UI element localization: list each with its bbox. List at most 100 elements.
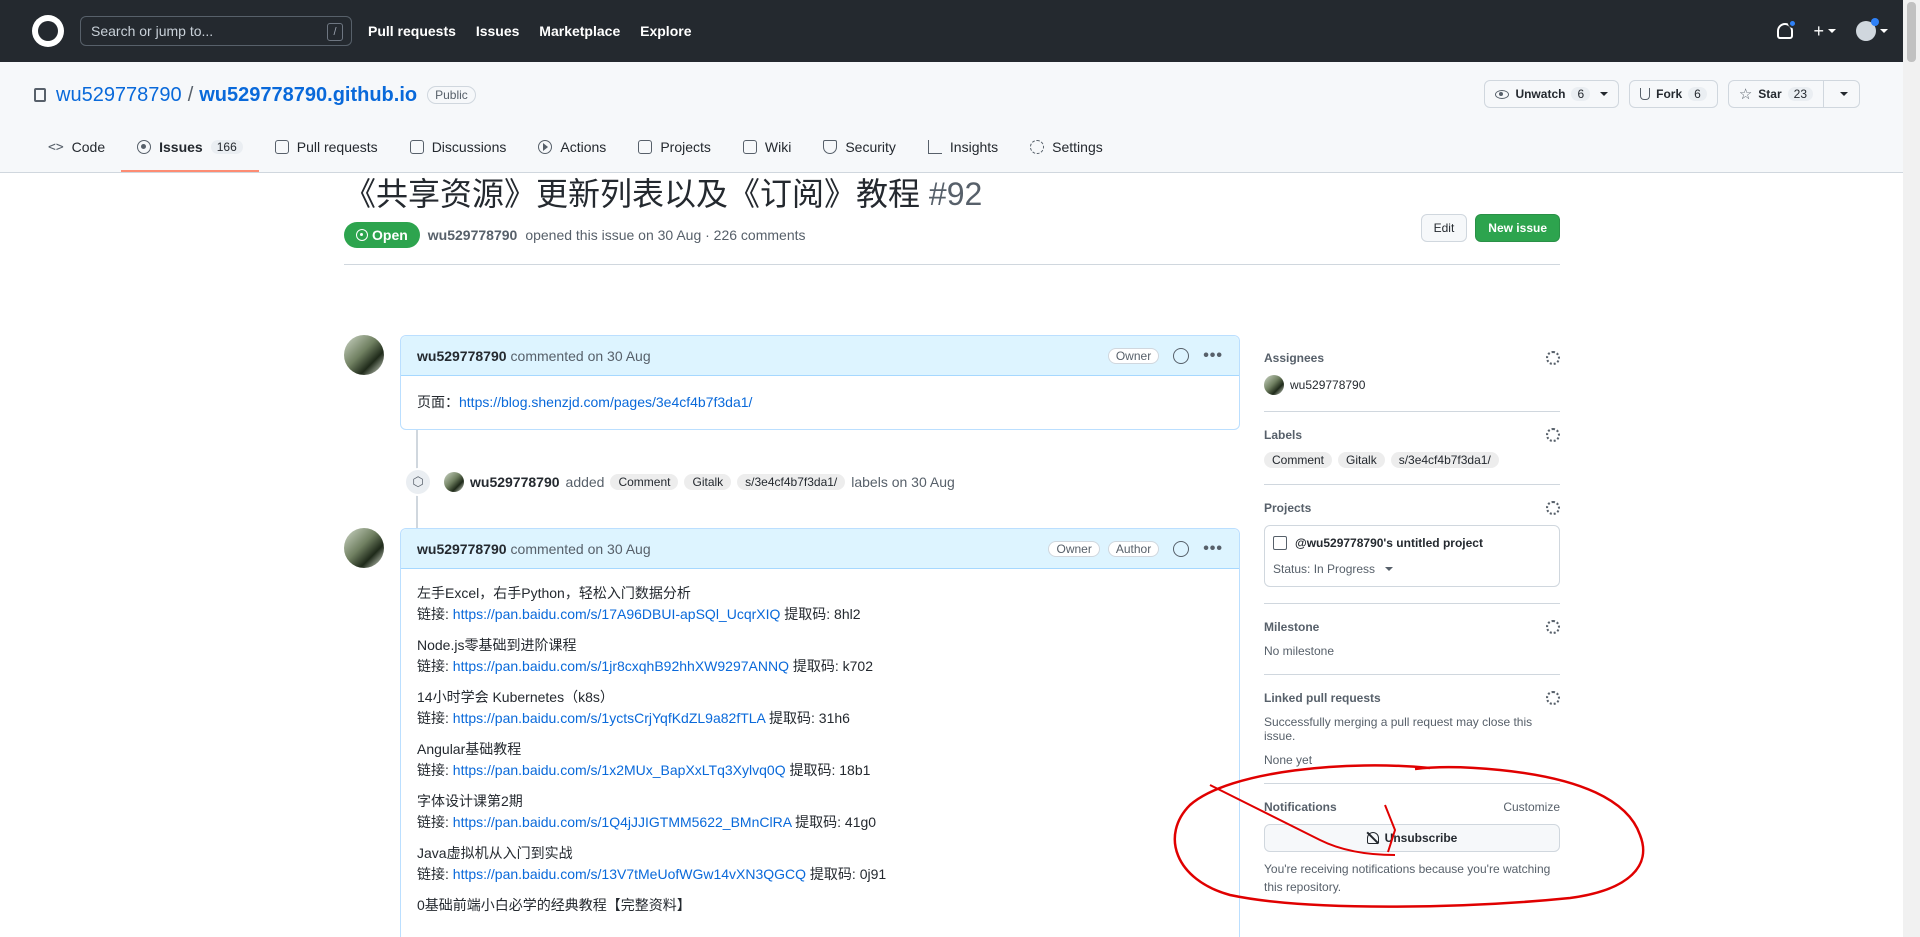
issue-author-link[interactable]: wu529778790 [428, 227, 518, 243]
tab-issues[interactable]: Issues 166 [121, 124, 259, 172]
issue-sidebar: Assignees wu529778790 Labels Comment Git… [1264, 335, 1560, 912]
gear-icon[interactable] [1546, 351, 1560, 365]
edit-title-button[interactable]: Edit [1420, 214, 1468, 242]
assignees-header[interactable]: Assignees [1264, 351, 1560, 365]
comment-body: 左手Excel，右手Python，轻松入门数据分析 链接: https://pan… [401, 569, 1239, 937]
tab-wiki[interactable]: Wiki [727, 124, 807, 172]
add-reaction-smiley-icon[interactable] [1173, 540, 1190, 557]
customize-notifications-link[interactable]: Customize [1503, 800, 1560, 814]
resource-link[interactable]: https://pan.baidu.com/s/13V7tMeUofWGw14v… [453, 866, 806, 882]
fork-button[interactable]: Fork 6 [1629, 80, 1718, 108]
label-gitalk[interactable]: Gitalk [1338, 452, 1385, 468]
scrollbar-thumb[interactable] [1907, 2, 1916, 62]
resource-link[interactable]: https://pan.baidu.com/s/1yctsCrjYqfKdZL9… [453, 710, 765, 726]
milestone-header[interactable]: Milestone [1264, 620, 1560, 634]
global-header: Search or jump to... / Pull requests Iss… [0, 0, 1920, 62]
comment-author-link[interactable]: wu529778790 [417, 348, 507, 364]
linked-pull-requests-header[interactable]: Linked pull requests [1264, 691, 1560, 705]
resource-link[interactable]: https://pan.baidu.com/s/17A96DBUI-apSQl_… [453, 606, 781, 622]
project-status-dropdown[interactable]: Status: In Progress [1273, 562, 1551, 576]
tab-label: Discussions [431, 139, 507, 155]
gear-icon[interactable] [1546, 691, 1560, 705]
nav-issues[interactable]: Issues [476, 23, 520, 39]
project-name[interactable]: @wu529778790's untitled project [1273, 536, 1551, 550]
resource-title: 14小时学会 Kubernetes（k8s） [417, 689, 614, 705]
tab-actions[interactable]: Actions [522, 124, 622, 172]
add-reaction-smiley-icon[interactable] [1173, 347, 1190, 364]
unsubscribe-button[interactable]: Unsubscribe [1264, 824, 1560, 852]
tab-insights[interactable]: Insights [912, 124, 1014, 172]
star-button[interactable]: ☆ Star 23 [1727, 80, 1824, 108]
projects-header[interactable]: Projects [1264, 501, 1560, 515]
comment-timestamp[interactable]: commented on 30 Aug [511, 348, 651, 364]
resource-link[interactable]: https://pan.baidu.com/s/1x2MUx_BapXxLTq3… [453, 762, 786, 778]
tab-settings[interactable]: Settings [1014, 124, 1119, 172]
table-icon [638, 140, 653, 154]
extract-code: 提取码: 31h6 [765, 710, 850, 726]
page-scrollbar[interactable] [1903, 0, 1920, 937]
blog-page-link[interactable]: https://blog.shenzjd.com/pages/3e4cf4b7f… [459, 394, 752, 410]
avatar[interactable] [444, 472, 464, 492]
label-page-id[interactable]: s/3e4cf4b7f3da1/ [737, 474, 846, 490]
github-logo-icon[interactable] [32, 15, 64, 47]
tab-pull-requests[interactable]: Pull requests [259, 124, 394, 172]
issue-icon [137, 140, 152, 154]
tab-discussions[interactable]: Discussions [394, 124, 523, 172]
kebab-horizontal-icon[interactable]: ••• [1203, 540, 1223, 558]
nav-explore[interactable]: Explore [640, 23, 691, 39]
assignee-link[interactable]: wu529778790 [1290, 378, 1365, 392]
gear-icon[interactable] [1546, 620, 1560, 634]
issue-timeline: wu529778790 commented on 30 Aug Owner ••… [344, 335, 1240, 937]
header-right: + [1777, 18, 1888, 42]
label-comment[interactable]: Comment [1264, 452, 1333, 468]
assignees-section: Assignees wu529778790 [1264, 335, 1560, 412]
label-comment[interactable]: Comment [610, 474, 679, 490]
gear-icon[interactable] [1546, 428, 1560, 442]
avatar[interactable] [344, 335, 384, 375]
repo-path-separator: / [187, 83, 194, 106]
nav-pull-requests[interactable]: Pull requests [368, 23, 456, 39]
search-input[interactable]: Search or jump to... / [80, 16, 352, 46]
resource-link[interactable]: https://pan.baidu.com/s/1Q4jJJIGTMM5622_… [453, 814, 791, 830]
label-gitalk[interactable]: Gitalk [684, 474, 732, 490]
issue-header: 《共享资源》更新列表以及《订阅》教程 #92 Edit New issue Op… [344, 174, 1560, 265]
gear-icon [1030, 140, 1045, 154]
nav-marketplace[interactable]: Marketplace [539, 23, 620, 39]
resource-link[interactable]: https://pan.baidu.com/s/1jr8cxqhB92hhXW9… [453, 658, 789, 674]
resource-title: 左手Excel，右手Python，轻松入门数据分析 [417, 585, 691, 601]
watch-count: 6 [1571, 87, 1591, 101]
tab-code[interactable]: <> Code [32, 124, 121, 172]
tab-projects[interactable]: Projects [622, 124, 727, 172]
event-author-link[interactable]: wu529778790 [470, 474, 560, 490]
linked-pr-description: Successfully merging a pull request may … [1264, 715, 1533, 743]
unwatch-button[interactable]: Unwatch 6 [1484, 80, 1620, 108]
kebab-horizontal-icon[interactable]: ••• [1203, 347, 1223, 365]
new-issue-button[interactable]: New issue [1475, 214, 1560, 242]
comment-timestamp[interactable]: commented on 30 Aug [511, 541, 651, 557]
unsubscribe-label: Unsubscribe [1384, 831, 1458, 845]
eye-icon [1495, 89, 1510, 99]
labels-label: Labels [1264, 428, 1303, 442]
avatar[interactable] [344, 528, 384, 568]
repo-icon [34, 88, 46, 102]
repo-owner-link[interactable]: wu529778790 [56, 84, 182, 107]
graph-icon [927, 140, 942, 154]
issue-state-badge: Open [344, 222, 420, 248]
shield-icon [823, 140, 838, 154]
star-lists-dropdown[interactable] [1824, 80, 1860, 108]
create-new-dropdown[interactable]: + [1813, 21, 1836, 42]
repo-name-link[interactable]: wu529778790.github.io [199, 84, 417, 107]
unread-dot [1788, 19, 1798, 28]
notifications-bell-icon[interactable] [1777, 19, 1798, 39]
comment-author-link[interactable]: wu529778790 [417, 541, 507, 557]
tab-security[interactable]: Security [807, 124, 912, 172]
project-name-text: @wu529778790's untitled project [1295, 536, 1483, 550]
event-action: added [565, 474, 605, 490]
labels-header[interactable]: Labels [1264, 428, 1560, 442]
owner-label: Owner [1107, 347, 1160, 364]
tab-label: Wiki [764, 139, 792, 155]
user-menu-dropdown[interactable] [1856, 18, 1888, 41]
label-page-id[interactable]: s/3e4cf4b7f3da1/ [1390, 452, 1499, 468]
gear-icon[interactable] [1546, 501, 1560, 515]
tab-label: Security [845, 139, 896, 155]
